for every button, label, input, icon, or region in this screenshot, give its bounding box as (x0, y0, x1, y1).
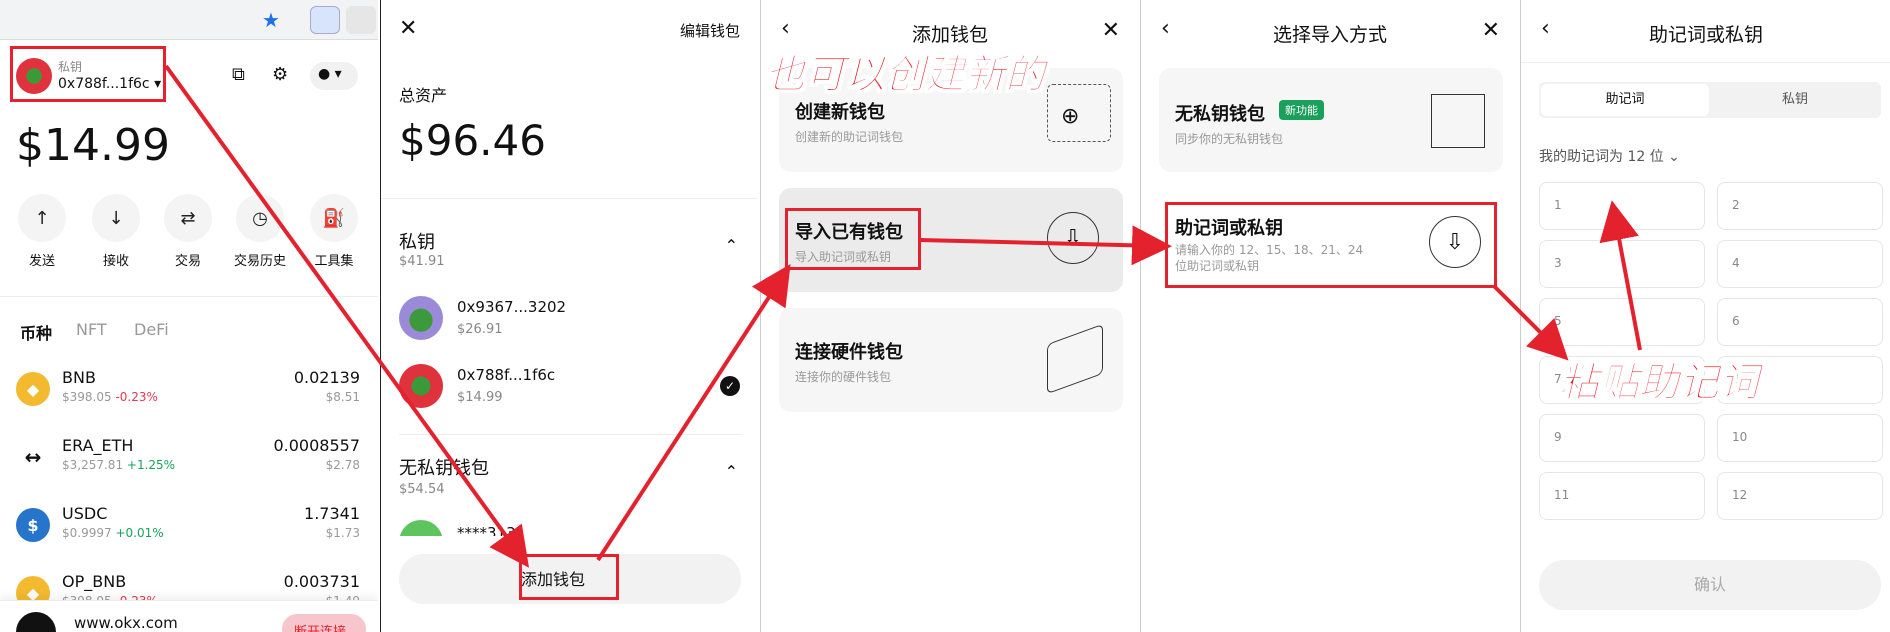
screenshot-stage: ★ 私钥 0x788f...1f6c ▾ ⧉ ⚙ ● ▾ $14.99 ↑ 发送… (0, 0, 1890, 632)
arrow-add-to-import (596, 263, 791, 562)
arrow-paste-to-input (1599, 200, 1642, 351)
arrow-import-to-mnemonic (919, 225, 1172, 266)
annotation-arrows (164, 64, 1642, 568)
arrow-mnemonic-to-paste (1492, 284, 1569, 361)
arrow-account-to-add (164, 64, 530, 568)
